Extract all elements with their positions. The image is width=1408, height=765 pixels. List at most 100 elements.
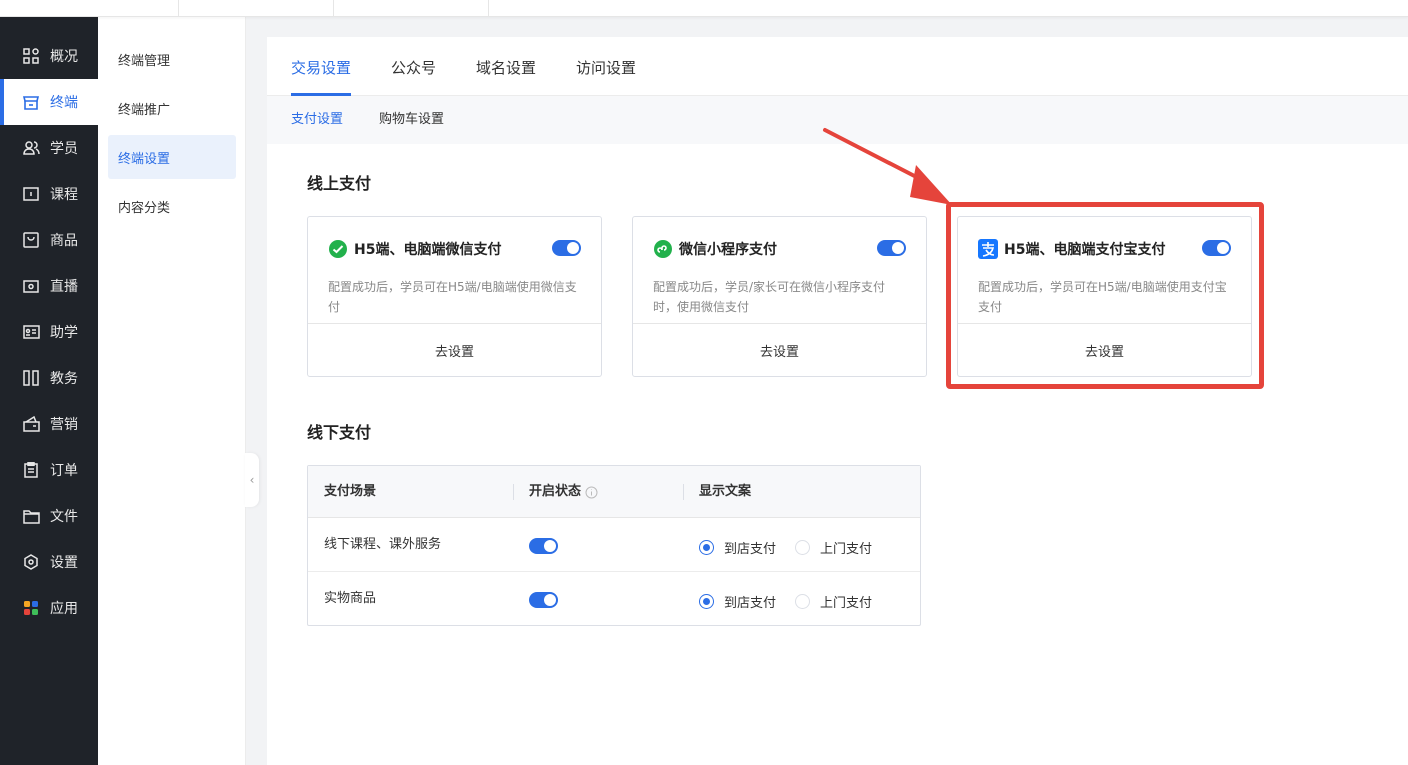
row-status-toggle[interactable] [529,592,558,608]
wechat-pay-icon [328,239,348,259]
apps-icon [22,599,40,617]
go-settings-button[interactable]: 去设置 [633,323,926,377]
radio-dot [699,594,714,609]
sidebar-item-label: 订单 [50,463,78,479]
top-tab-divider [178,0,179,17]
store-icon [22,93,40,111]
payment-card-alipay-h5: H5端、电脑端支付宝支付 配置成功后，学员可在H5端/电脑端使用支付宝支付 去设… [957,216,1252,377]
online-payment-title: 线上支付 [307,174,372,193]
column-divider [513,484,514,500]
sidebar-item-label: 文件 [50,509,78,525]
sidebar-item-overview[interactable]: 概况 [0,33,98,79]
sidebar-item-terminal[interactable]: 终端 [0,79,98,125]
sidebar-item-goods[interactable]: 商品 [0,217,98,263]
go-settings-button[interactable]: 去设置 [958,323,1251,377]
info-icon[interactable] [585,486,598,499]
card-title: H5端、电脑端微信支付 [354,242,502,258]
order-icon [22,461,40,479]
course-icon [22,185,40,203]
subtab-cart-settings[interactable]: 购物车设置 [379,96,444,144]
tab-access-settings[interactable]: 访问设置 [576,37,636,96]
top-tab-divider [333,0,334,17]
sidebar-item-files[interactable]: 文件 [0,493,98,539]
offline-payment-table: 支付场景 开启状态 显示文案 线下课程、课外服务 到店支付 上门支付 实物商品 … [307,465,921,626]
sidebar-item-study[interactable]: 助学 [0,309,98,355]
card-header: 微信小程序支付 [653,239,777,259]
users-icon [22,139,40,157]
wechat-h5-toggle[interactable] [552,240,581,256]
table-row: 实物商品 到店支付 上门支付 [308,572,920,626]
radio-store-payment[interactable]: 到店支付 [699,592,776,611]
card-description: 配置成功后，学员/家长可在微信小程序支付时，使用微信支付 [653,280,886,314]
radio-door-payment[interactable]: 上门支付 [795,538,872,557]
academic-icon [22,369,40,387]
subnav-item-terminal-promote[interactable]: 终端推广 [108,86,236,130]
top-bar [0,0,1408,17]
collapse-sidebar-button[interactable]: ‹ [245,453,259,507]
subnav-item-content-category[interactable]: 内容分类 [108,184,236,228]
marketing-icon [22,415,40,433]
card-description: 配置成功后，学员可在H5端/电脑端使用微信支付 [328,280,577,314]
sidebar-item-settings[interactable]: 设置 [0,539,98,585]
sidebar-item-apps[interactable]: 应用 [0,585,98,631]
sidebar-item-orders[interactable]: 订单 [0,447,98,493]
sidebar-item-students[interactable]: 学员 [0,125,98,171]
sidebar-item-label: 课程 [50,187,78,203]
tab-domain-settings[interactable]: 域名设置 [476,37,536,96]
tab-trade-settings[interactable]: 交易设置 [291,37,352,96]
radio-label: 到店支付 [724,542,777,557]
tab-official-account[interactable]: 公众号 [391,37,436,96]
go-settings-button[interactable]: 去设置 [308,323,601,377]
subtab-payment-settings[interactable]: 支付设置 [291,96,343,144]
card-header: H5端、电脑端微信支付 [328,239,501,259]
sidebar-item-label: 教务 [50,371,78,387]
folder-icon [22,507,40,525]
sidebar-item-label: 概况 [50,49,78,65]
column-header-status-label: 开启状态 [529,484,582,499]
column-header-status: 开启状态 [529,466,598,518]
offline-payment-title: 线下支付 [307,423,372,442]
column-divider [683,484,684,500]
payment-card-wechat-miniprogram: 微信小程序支付 配置成功后，学员/家长可在微信小程序支付时，使用微信支付 去设置 [632,216,927,377]
sidebar-item-label: 终端 [50,95,78,111]
radio-dot [699,540,714,555]
subnav-item-terminal-settings[interactable]: 终端设置 [108,135,236,179]
radio-dot [795,540,810,555]
sidebar-item-live[interactable]: 直播 [0,263,98,309]
radio-store-payment[interactable]: 到店支付 [699,538,776,557]
miniprogram-toggle[interactable] [877,240,906,256]
sub-sidebar: 终端管理 终端推广 终端设置 内容分类 [98,17,246,765]
sidebar-item-label: 营销 [50,417,78,433]
radio-label: 上门支付 [820,542,873,557]
card-description: 配置成功后，学员可在H5端/电脑端使用支付宝支付 [978,280,1227,314]
live-icon [22,277,40,295]
miniprogram-icon [653,239,673,259]
goods-icon [22,231,40,249]
sidebar-item-label: 设置 [50,555,78,571]
alipay-h5-toggle[interactable] [1202,240,1231,256]
settings-icon [22,553,40,571]
annotation-arrow-icon [823,128,952,205]
card-title: H5端、电脑端支付宝支付 [1004,242,1166,258]
radio-label: 到店支付 [724,596,777,611]
table-header: 支付场景 开启状态 显示文案 [308,466,920,518]
row-scene: 实物商品 [324,591,377,606]
sidebar-item-label: 助学 [50,325,78,341]
sidebar-item-label: 应用 [50,601,78,617]
table-row: 线下课程、课外服务 到店支付 上门支付 [308,518,920,572]
sidebar-item-academic[interactable]: 教务 [0,355,98,401]
sidebar-item-marketing[interactable]: 营销 [0,401,98,447]
radio-label: 上门支付 [820,596,873,611]
radio-door-payment[interactable]: 上门支付 [795,592,872,611]
row-status-toggle[interactable] [529,538,558,554]
column-header-display-text: 显示文案 [699,484,752,499]
card-title: 微信小程序支付 [679,242,777,258]
alipay-icon [978,239,998,259]
sidebar-item-courses[interactable]: 课程 [0,171,98,217]
column-header-scene: 支付场景 [324,484,377,499]
sidebar-item-label: 直播 [50,279,78,295]
subnav-item-terminal-manage[interactable]: 终端管理 [108,37,236,81]
chevron-left-icon: ‹ [249,473,255,487]
payment-card-wechat-h5: H5端、电脑端微信支付 配置成功后，学员可在H5端/电脑端使用微信支付 去设置 [307,216,602,377]
top-tab-divider [488,0,489,17]
